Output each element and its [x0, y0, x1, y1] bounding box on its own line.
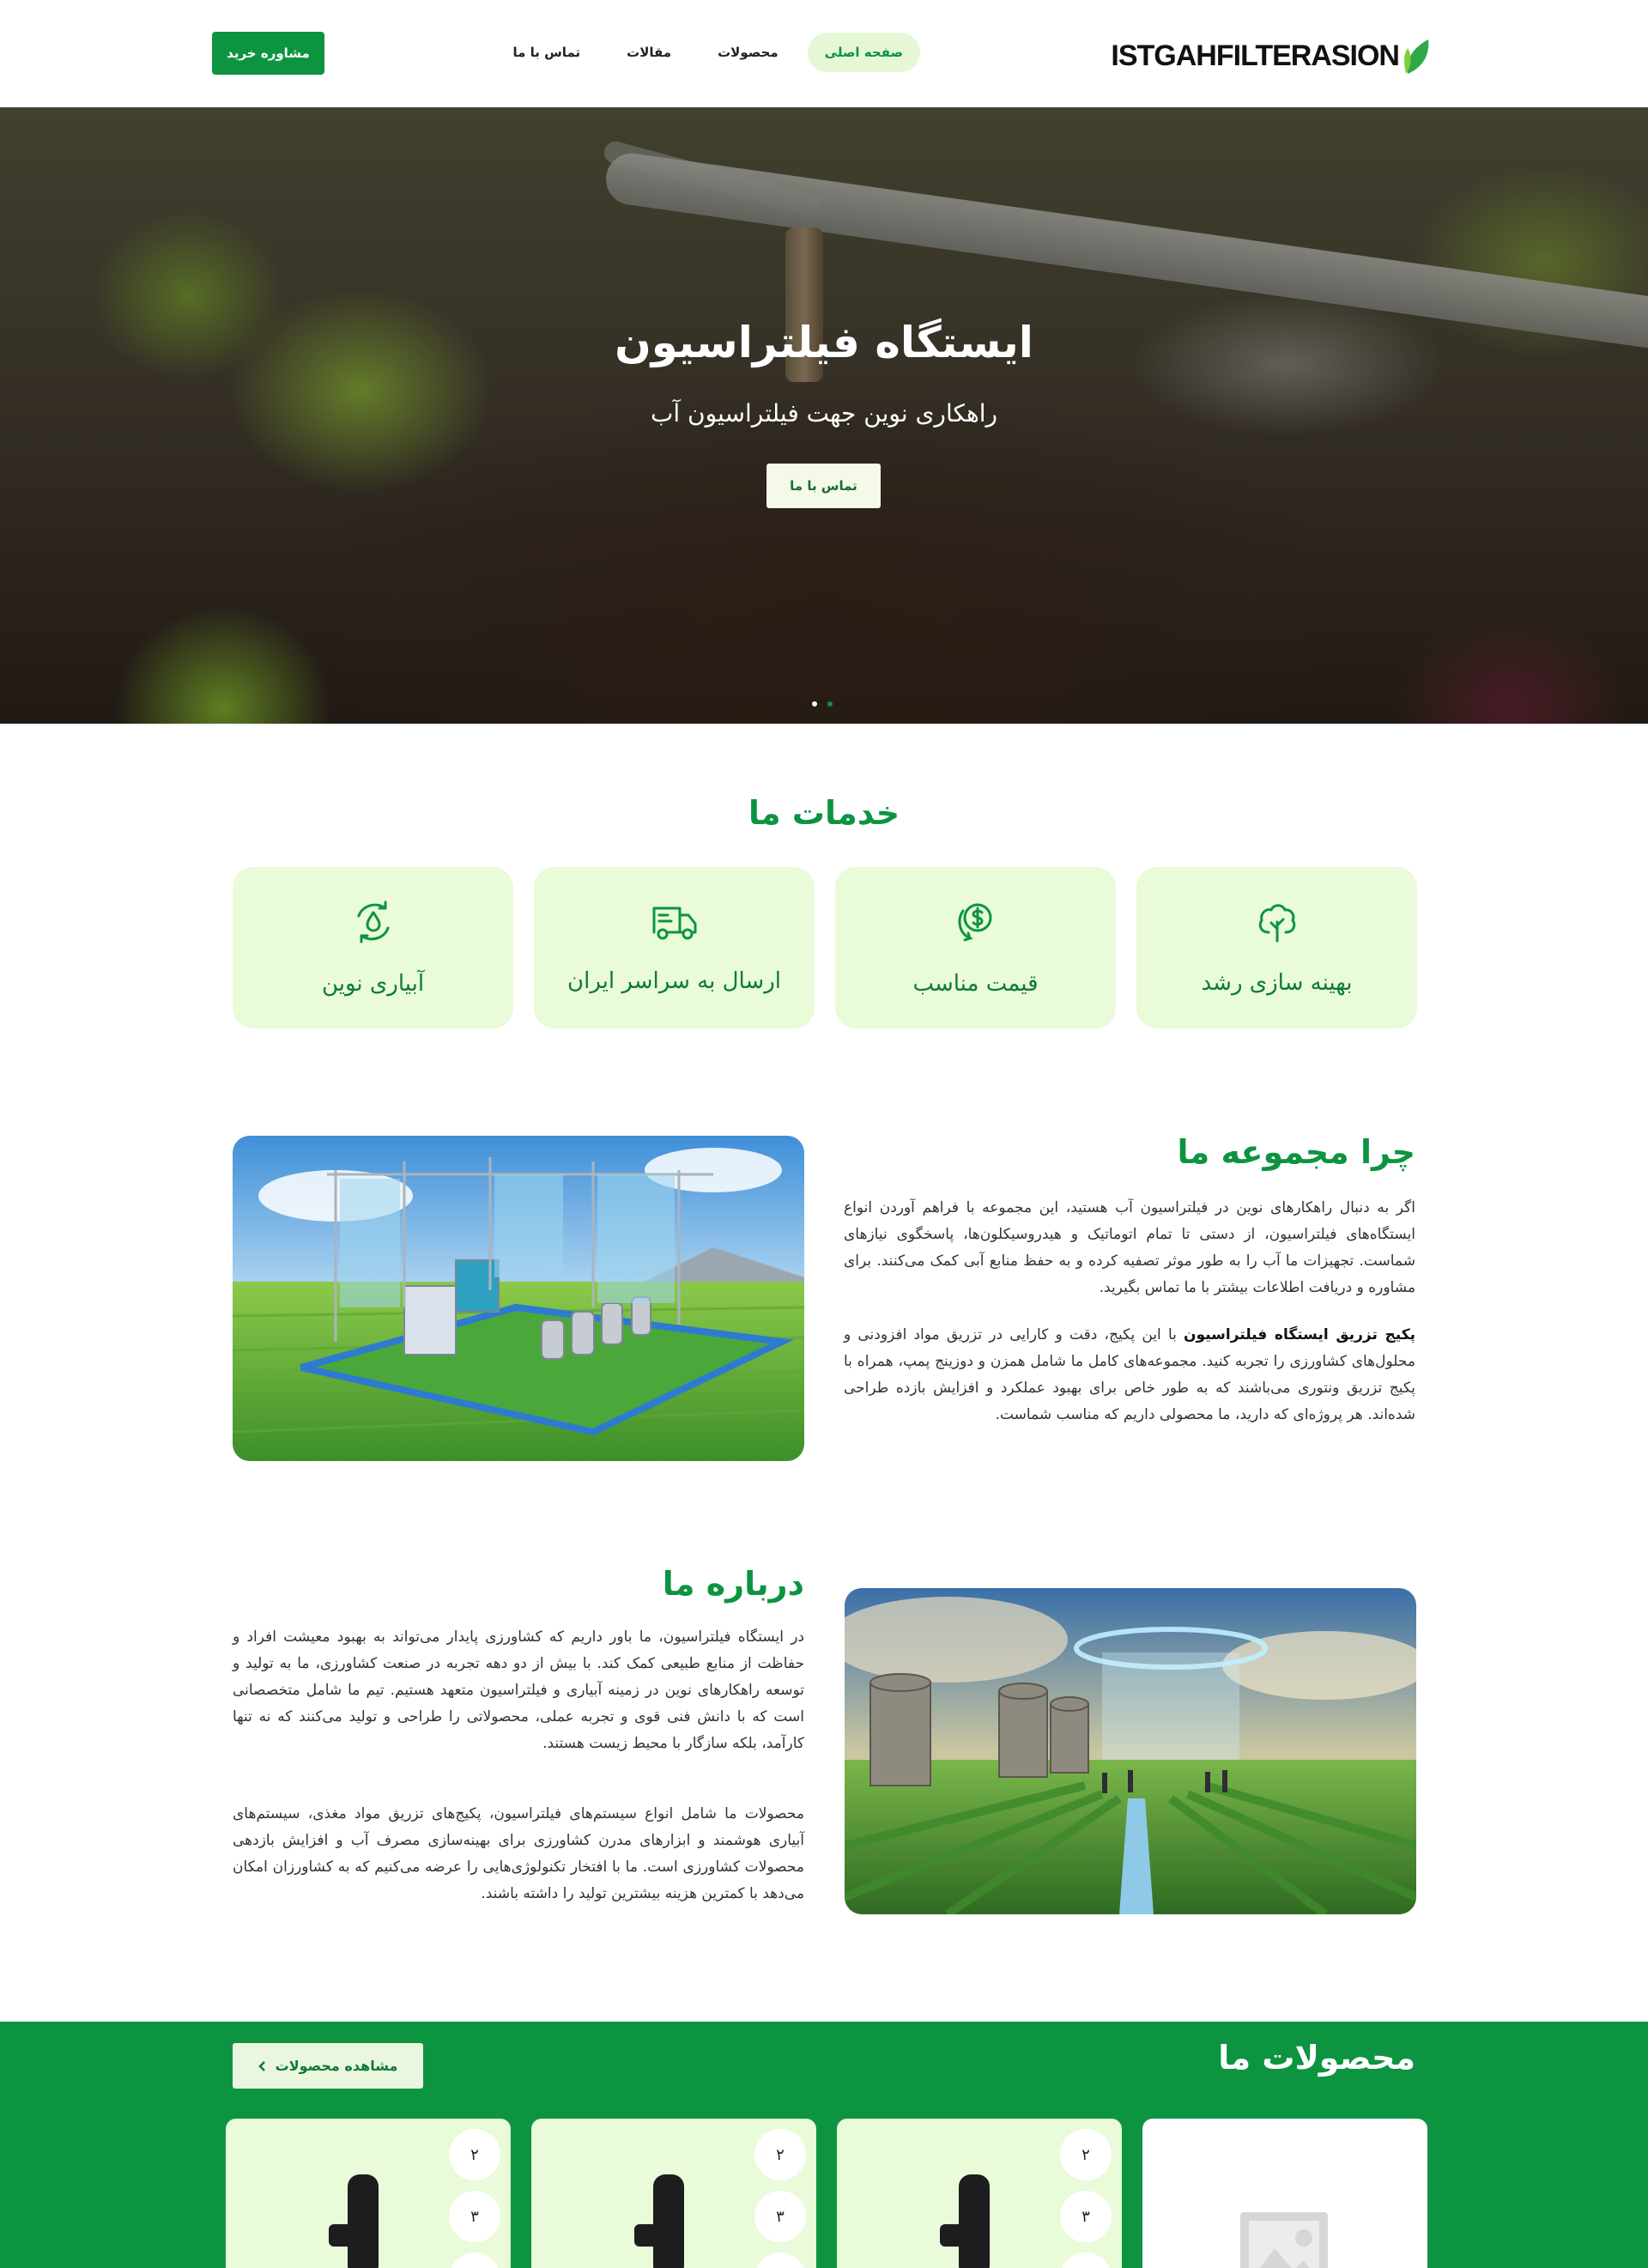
slider-dots	[812, 701, 833, 706]
tree-icon	[1258, 904, 1295, 943]
products-section: محصولات ما مشاهده محصولات ۲ ۳ ۲ ۳ ۲ ۳	[0, 2022, 1648, 2268]
view-products-button[interactable]: مشاهده محصولات	[233, 2043, 423, 2089]
product-card[interactable]: ۲ ۳	[226, 2119, 511, 2268]
chevron-left-icon	[258, 2060, 265, 2071]
hero-title: ایستگاه فیلتراسیون	[615, 318, 1033, 367]
product-card[interactable]	[1142, 2119, 1427, 2268]
hero-subtitle: راهکاری نوین جهت فیلتراسیون آب	[650, 399, 998, 428]
consult-button[interactable]: مشاوره خرید	[212, 32, 324, 75]
services-list: بهینه سازی رشد قیمت مناسب ارسال به سراسر…	[233, 867, 1417, 1028]
about-title: درباره ما	[662, 1565, 804, 1603]
nav-item-articles[interactable]: مقالات	[609, 33, 688, 72]
truck-icon	[652, 907, 696, 940]
nav-item-home[interactable]: صفحه اصلی	[807, 33, 920, 72]
why-title: چرا مجموعه ما	[1177, 1133, 1415, 1171]
about-paragraph-2: محصولات ما شامل انواع سیستم‌های فیلتراسی…	[233, 1805, 804, 1902]
product-thumb-more[interactable]	[754, 2253, 806, 2268]
pipe-fitting-image	[940, 2174, 990, 2268]
products-title: محصولات ما	[1218, 2039, 1415, 2077]
dollar-icon	[958, 903, 991, 942]
service-card: ارسال به سراسر ایران	[534, 867, 815, 1028]
service-card: قیمت مناسب	[835, 867, 1116, 1028]
pipe-fitting-image	[634, 2174, 684, 2268]
service-card: بهینه سازی رشد	[1136, 867, 1417, 1028]
slider-dot-2[interactable]	[827, 701, 833, 706]
filtration-station-image	[233, 1136, 804, 1461]
water-cycle-icon	[357, 901, 389, 943]
service-card: آبیاری نوین	[233, 867, 513, 1028]
product-thumb[interactable]: ۲	[754, 2129, 806, 2180]
why-paragraph-1: اگر به دنبال راهکارهای نوین در فیلتراسیو…	[844, 1199, 1415, 1296]
nav-item-contact[interactable]: تماس با ما	[495, 33, 597, 72]
product-thumb[interactable]: ۳	[449, 2191, 500, 2242]
product-thumb-more[interactable]	[1060, 2253, 1112, 2268]
service-label: قیمت مناسب	[912, 971, 1039, 997]
product-thumb[interactable]: ۳	[754, 2191, 806, 2242]
service-label: ارسال به سراسر ایران	[567, 968, 781, 994]
site-header: ISTGAHFILTERASION صفحه اصلی محصولات مقال…	[0, 0, 1648, 107]
slider-dot-1[interactable]	[812, 701, 817, 706]
product-thumb[interactable]: ۲	[1060, 2129, 1112, 2180]
hero-slider: ایستگاه فیلتراسیون راهکاری نوین جهت فیلت…	[0, 107, 1648, 724]
smart-farm-image	[845, 1588, 1416, 1914]
product-thumb-more[interactable]	[449, 2253, 500, 2268]
image-placeholder-icon	[1240, 2212, 1328, 2268]
pipe-fitting-image	[329, 2174, 379, 2268]
nav-item-products[interactable]: محصولات	[700, 33, 796, 72]
services-title: خدمات ما	[748, 794, 900, 832]
site-logo[interactable]: ISTGAHFILTERASION	[1111, 33, 1432, 79]
product-card[interactable]: ۲ ۳	[837, 2119, 1122, 2268]
product-thumb[interactable]: ۳	[1060, 2191, 1112, 2242]
service-label: بهینه سازی رشد	[1201, 970, 1353, 996]
why-paragraph-2-bold: پکیج تزریق ایستگاه فیلتراسیون	[1184, 1326, 1415, 1343]
product-card[interactable]: ۲ ۳	[531, 2119, 816, 2268]
logo-text: ISTGAHFILTERASION	[1111, 39, 1400, 72]
service-label: آبیاری نوین	[321, 971, 425, 997]
why-paragraph-2: پکیج تزریق ایستگاه فیلتراسیون با این پکی…	[844, 1322, 1415, 1428]
leaf-icon	[1404, 39, 1429, 74]
about-paragraph-1: در ایستگاه فیلتراسیون، ما باور داریم که …	[233, 1628, 804, 1752]
hero-contact-button[interactable]: تماس با ما	[766, 464, 881, 508]
product-thumb[interactable]: ۲	[449, 2129, 500, 2180]
view-products-label: مشاهده محصولات	[275, 2058, 398, 2074]
main-nav: صفحه اصلی محصولات مقالات تماس با ما	[495, 33, 920, 72]
